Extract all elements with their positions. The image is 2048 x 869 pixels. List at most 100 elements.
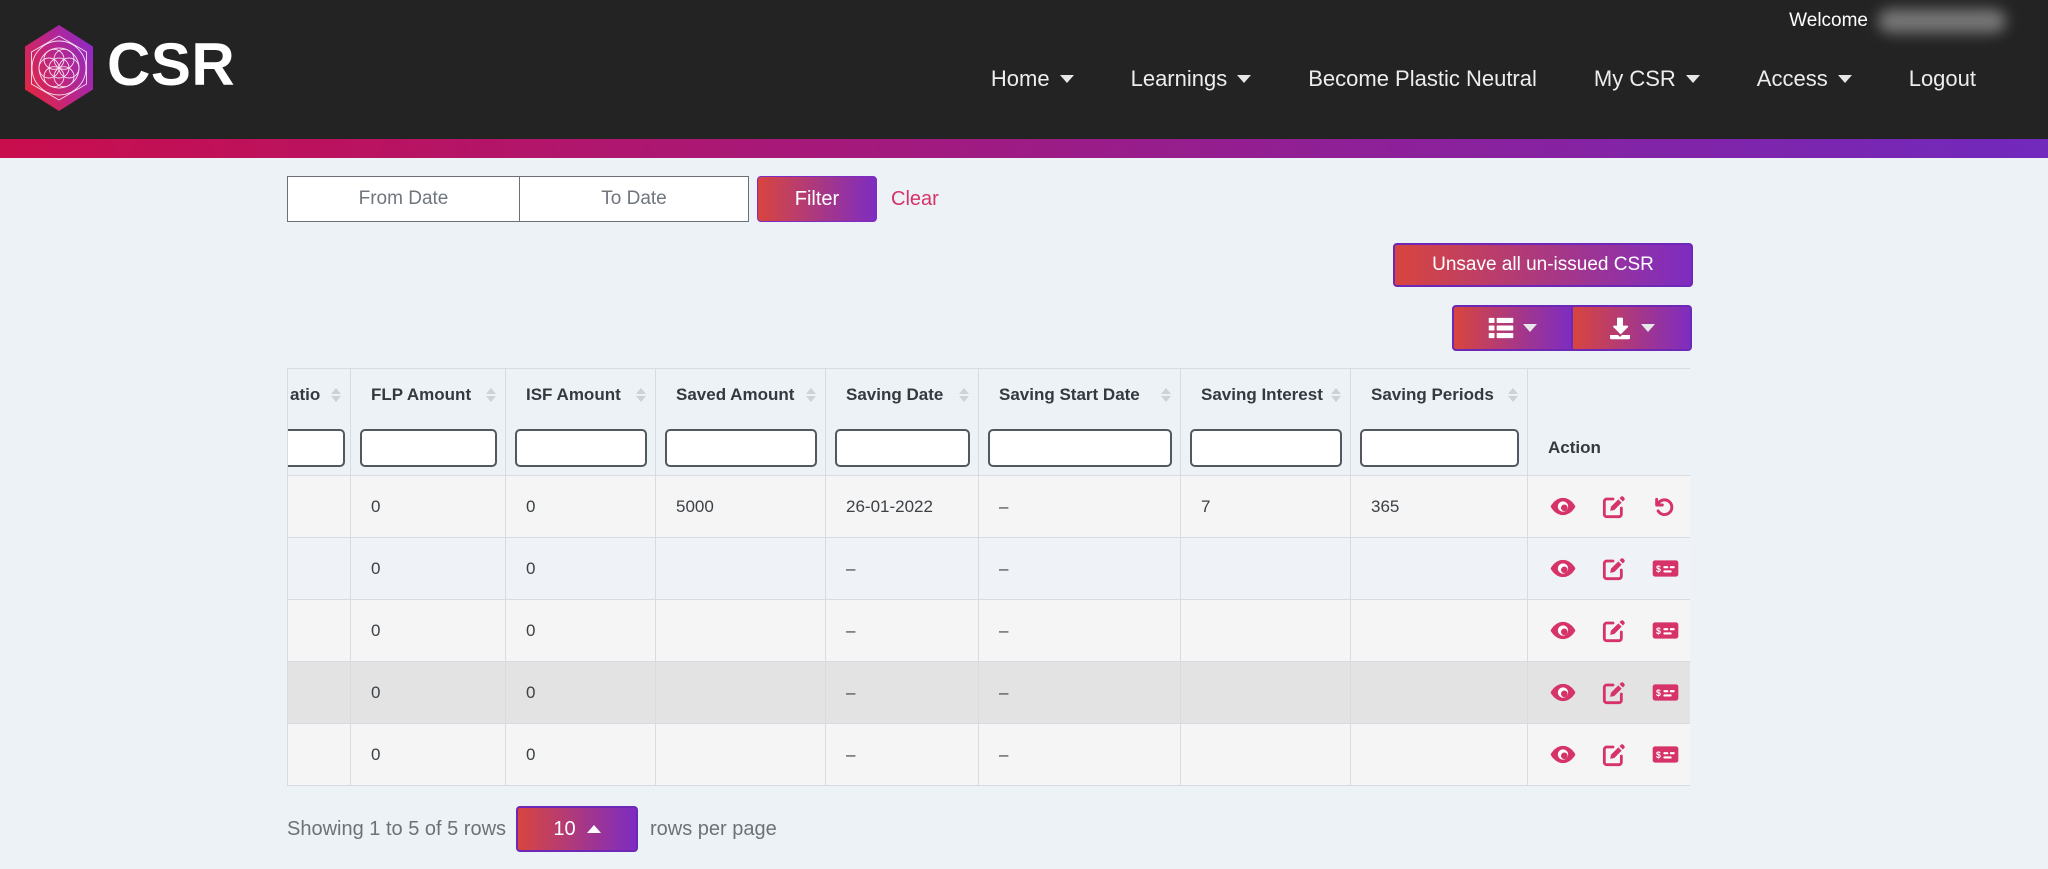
sort-icon [486,388,496,402]
edit-icon[interactable] [1602,681,1626,705]
export-dropdown-button[interactable] [1572,305,1692,351]
cell-actions: $ [1528,600,1691,662]
sort-icon [636,388,646,402]
top-bar: Welcome [0,0,2048,139]
filter-input-flp-amount[interactable] [360,429,497,467]
cell-flp-amount: 0 [351,662,506,724]
column-header-saved-amount[interactable]: Saved Amount [656,369,826,421]
nav-item-my-csr[interactable]: My CSR [1594,66,1700,92]
gradient-divider [0,139,2048,158]
table-row: 00––$ [288,724,1691,786]
column-header-saving-date[interactable]: Saving Date [826,369,979,421]
edit-icon[interactable] [1602,495,1626,519]
money-check-icon[interactable]: $ [1652,681,1679,704]
money-check-icon[interactable]: $ [1652,557,1679,580]
column-header-saving-start-date[interactable]: Saving Start Date [979,369,1181,421]
cell-saving-date: – [826,600,979,662]
action-column-label: Action [1528,421,1691,476]
view-icon[interactable] [1550,495,1576,518]
edit-icon[interactable] [1602,743,1626,767]
sort-icon [806,388,816,402]
money-check-icon[interactable]: $ [1652,743,1679,766]
chevron-down-icon [1686,75,1700,83]
filter-input-atio[interactable] [288,429,346,467]
cell-saved-amount [656,538,826,600]
page-size-dropdown[interactable]: 10 [516,806,638,852]
nav-item-access[interactable]: Access [1757,66,1852,92]
clear-link[interactable]: Clear [891,188,939,211]
cell-isf-amount: 0 [506,724,656,786]
to-date-input[interactable] [519,176,749,222]
savings-table-container: atioFLP AmountISF AmountSaved AmountSavi… [287,368,1690,786]
cell-isf-amount: 0 [506,600,656,662]
cell-atio [288,724,351,786]
column-header-action [1528,369,1691,421]
filter-input-saving-interest[interactable] [1190,429,1342,467]
view-icon[interactable] [1550,743,1576,766]
pagination-bar: Showing 1 to 5 of 5 rows 10 rows per pag… [287,806,777,852]
view-icon[interactable] [1550,557,1576,580]
cell-flp-amount: 0 [351,724,506,786]
sort-icon [1161,388,1171,402]
column-header-flp-amount[interactable]: FLP Amount [351,369,506,421]
nav-item-logout[interactable]: Logout [1909,66,1976,92]
brand-logo[interactable]: CSR [20,24,235,112]
column-label: FLP Amount [371,385,471,404]
from-date-input[interactable] [287,176,520,222]
filter-input-isf-amount[interactable] [515,429,647,467]
cell-actions: $ [1528,538,1691,600]
column-label: Saving Periods [1371,385,1494,404]
column-label: Saving Start Date [999,385,1140,404]
date-filter-bar: Filter Clear [287,176,939,222]
cell-isf-amount: 0 [506,538,656,600]
unsave-all-button[interactable]: Unsave all un-issued CSR [1393,243,1693,287]
nav-item-label: Learnings [1131,66,1228,92]
cell-flp-amount: 0 [351,600,506,662]
savings-table: atioFLP AmountISF AmountSaved AmountSavi… [287,368,1690,786]
column-label: atio [290,385,320,404]
filter-input-saved-amount[interactable] [665,429,817,467]
money-check-icon[interactable]: $ [1652,619,1679,642]
sort-icon [1508,388,1518,402]
sort-icon [331,388,341,402]
user-email-redacted [1878,9,2006,33]
cell-saving-interest [1181,724,1351,786]
chevron-down-icon [1523,324,1537,332]
cell-actions: $ [1528,662,1691,724]
table-toolbar [1452,305,1692,351]
page-size-value: 10 [553,818,575,841]
svg-text:$: $ [1656,564,1661,574]
filter-input-saving-periods[interactable] [1360,429,1519,467]
cell-saving-start-date: – [979,538,1181,600]
nav-item-home[interactable]: Home [991,66,1074,92]
nav-item-label: Home [991,66,1050,92]
cell-saving-date: 26-01-2022 [826,476,979,538]
cell-saving-start-date: – [979,724,1181,786]
nav-item-become-plastic-neutral[interactable]: Become Plastic Neutral [1308,66,1537,92]
column-header-isf-amount[interactable]: ISF Amount [506,369,656,421]
main-nav: Home Learnings Become Plastic Neutral My CS… [991,66,1976,92]
chevron-down-icon [1838,75,1852,83]
table-row: 00500026-01-2022–7365 [288,476,1691,538]
column-header-atio[interactable]: atio [288,369,351,421]
column-header-saving-interest[interactable]: Saving Interest [1181,369,1351,421]
view-icon[interactable] [1550,681,1576,704]
welcome-area: Welcome [1789,9,2006,33]
cell-atio [288,538,351,600]
cell-atio [288,476,351,538]
filter-input-saving-start-date[interactable] [988,429,1172,467]
column-header-saving-periods[interactable]: Saving Periods [1351,369,1528,421]
edit-icon[interactable] [1602,619,1626,643]
column-filter-row: Action [288,421,1691,476]
edit-icon[interactable] [1602,557,1626,581]
nav-item-learnings[interactable]: Learnings [1131,66,1252,92]
cell-saving-periods [1351,600,1528,662]
filter-input-saving-date[interactable] [835,429,970,467]
table-row: 00––$ [288,600,1691,662]
filter-button[interactable]: Filter [757,176,877,222]
columns-dropdown-button[interactable] [1452,305,1572,351]
view-icon[interactable] [1550,619,1576,642]
cell-atio [288,662,351,724]
cell-saved-amount [656,662,826,724]
undo-icon[interactable] [1652,495,1676,519]
